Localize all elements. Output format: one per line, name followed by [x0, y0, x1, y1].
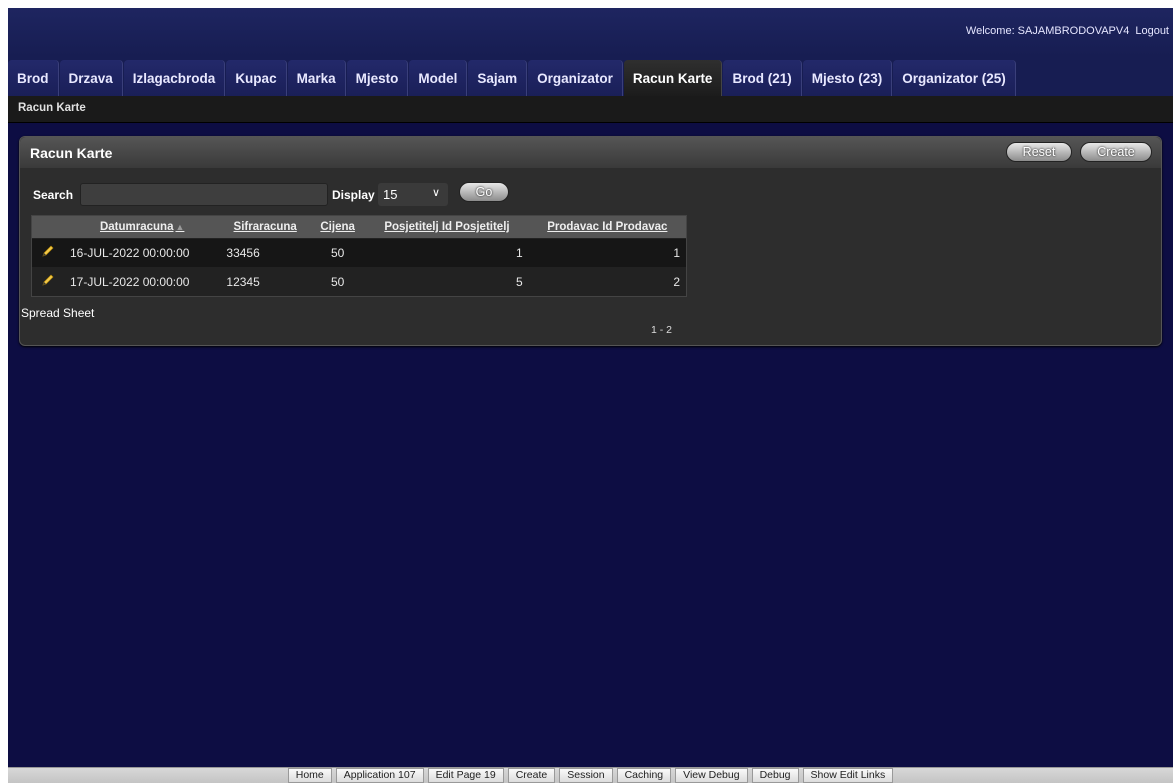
tab-brod[interactable]: Brod [8, 60, 59, 96]
edit-cell[interactable] [32, 237, 64, 267]
column-header-label: Datumracuna [99, 220, 174, 233]
logout-link[interactable]: Logout [1135, 25, 1169, 37]
dev-show-edit-links-button[interactable]: Show Edit Links [802, 768, 894, 783]
cell-sifraracuna: 12345 [220, 266, 310, 296]
dev-debug-button[interactable]: Debug [751, 768, 799, 783]
dev-home-button[interactable]: Home [287, 768, 332, 783]
dev-caching-button[interactable]: Caching [616, 768, 672, 783]
report-table: Datumracuna ▲ Sifraracuna Cijena Posjetit… [32, 216, 686, 296]
reset-button[interactable]: Reset [1006, 142, 1072, 162]
search-input[interactable] [80, 183, 328, 206]
developer-toolbar: Home Application 107 Edit Page 19 Create… [8, 767, 1173, 783]
table-row: 16-JUL-2022 00:00:00 33456 50 1 1 [32, 237, 686, 267]
breadcrumb: Racun Karte [18, 102, 86, 114]
tab-izlagacbroda[interactable]: Izlagacbroda [123, 60, 226, 96]
chevron-down-icon: ∨ [431, 187, 440, 199]
tab-marka[interactable]: Marka [287, 60, 346, 96]
go-button[interactable]: Go [459, 182, 509, 202]
tab-bar: Brod Drzava Izlagacbroda Kupac Marka Mje… [8, 56, 1173, 96]
tab-kupac[interactable]: Kupac [226, 60, 287, 96]
page: Welcome: SAJAMBRODOVAPV4 Logout Brod Drza… [8, 8, 1173, 783]
top-header: Welcome: SAJAMBRODOVAPV4 Logout [8, 8, 1173, 56]
display-label: Display [332, 188, 375, 202]
column-header-posjetitelj[interactable]: Posjetitelj Id Posjetitelj [365, 216, 529, 238]
tab-racun-karte[interactable]: Racun Karte [623, 60, 723, 96]
tab-mjesto[interactable]: Mjesto [346, 60, 409, 96]
pencil-edit-icon[interactable] [41, 244, 55, 258]
display-value: 15 [383, 187, 398, 202]
dev-create-button[interactable]: Create [507, 768, 556, 783]
pencil-edit-icon[interactable] [41, 273, 55, 287]
cell-posjetitelj: 5 [365, 266, 529, 296]
cell-prodavac: 2 [528, 266, 686, 296]
region-header: Racun Karte Reset Create [20, 137, 1161, 168]
cell-prodavac: 1 [528, 237, 686, 267]
tab-model[interactable]: Model [409, 60, 468, 96]
dev-application-button[interactable]: Application 107 [335, 768, 424, 783]
create-button[interactable]: Create [1080, 142, 1152, 162]
cell-cijena: 50 [309, 237, 366, 267]
table-header-row: Datumracuna ▲ Sifraracuna Cijena Posjetit… [32, 216, 686, 238]
cell-datumracuna: 17-JUL-2022 00:00:00 [64, 266, 221, 296]
cell-cijena: 50 [309, 266, 366, 296]
spreadsheet-link[interactable]: Spread Sheet [21, 306, 94, 320]
column-header-datumracuna[interactable]: Datumracuna ▲ [64, 216, 221, 238]
column-header-prodavac[interactable]: Prodavac Id Prodavac [528, 216, 686, 238]
report-table-wrapper: Datumracuna ▲ Sifraracuna Cijena Posjetit… [31, 215, 687, 297]
edit-column-header [32, 216, 64, 238]
tab-drzava[interactable]: Drzava [59, 60, 123, 96]
dev-edit-page-button[interactable]: Edit Page 19 [427, 768, 504, 783]
tab-sajam[interactable]: Sajam [468, 60, 528, 96]
welcome-text: Welcome: SAJAMBRODOVAPV4 [965, 25, 1130, 37]
tab-brod-21[interactable]: Brod (21) [723, 60, 802, 96]
tab-organizator[interactable]: Organizator [528, 60, 623, 96]
edit-cell[interactable] [32, 266, 64, 296]
cell-posjetitelj: 1 [365, 237, 529, 267]
sort-ascending-icon: ▲ [175, 221, 185, 232]
breadcrumb-bar: Racun Karte [8, 96, 1173, 123]
dev-session-button[interactable]: Session [559, 768, 613, 783]
tab-mjesto-23[interactable]: Mjesto (23) [802, 60, 893, 96]
tab-organizator-25[interactable]: Organizator (25) [893, 60, 1016, 96]
dev-view-debug-button[interactable]: View Debug [675, 768, 748, 783]
welcome-area: Welcome: SAJAMBRODOVAPV4 Logout [966, 25, 1169, 37]
pagination-text: 1 - 2 [651, 324, 673, 336]
cell-sifraracuna: 33456 [220, 237, 310, 267]
region-title: Racun Karte [30, 145, 113, 161]
report-region: Racun Karte Reset Create Search Display … [19, 136, 1162, 346]
display-select[interactable]: 15 ∨ [378, 183, 448, 206]
column-header-sifraracuna[interactable]: Sifraracuna [220, 216, 310, 238]
table-row: 17-JUL-2022 00:00:00 12345 50 5 2 [32, 266, 686, 296]
column-header-cijena[interactable]: Cijena [309, 216, 366, 238]
search-label: Search [33, 188, 74, 202]
cell-datumracuna: 16-JUL-2022 00:00:00 [64, 237, 221, 267]
